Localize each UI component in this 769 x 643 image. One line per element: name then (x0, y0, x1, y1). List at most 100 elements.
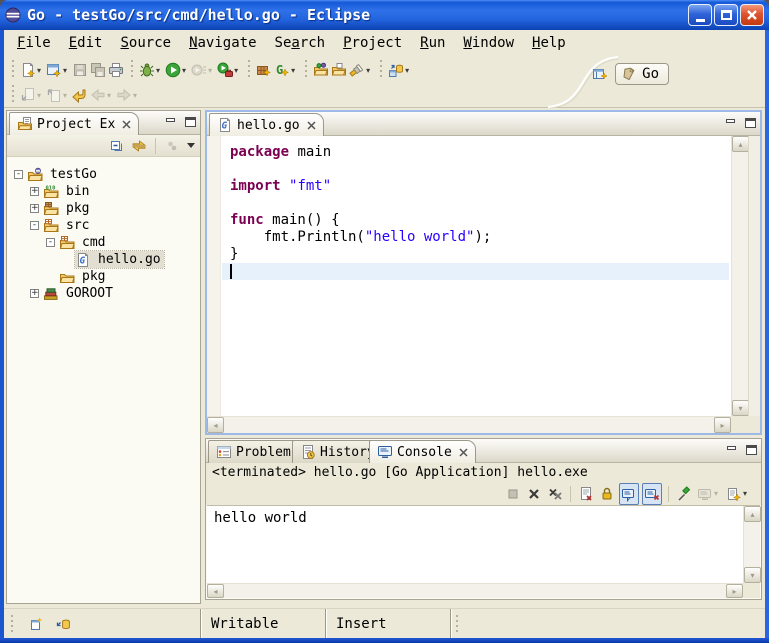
menu-navigate[interactable]: Navigate (180, 32, 265, 54)
maximize-view-button[interactable] (744, 443, 758, 455)
dropdown-arrow-icon[interactable]: ▾ (182, 66, 186, 75)
menu-project[interactable]: Project (334, 32, 411, 54)
clear-console-button[interactable] (577, 484, 595, 504)
tab-console[interactable]: Console (369, 440, 476, 463)
scroll-down-button[interactable]: ▾ (732, 400, 749, 416)
launch-progress-button[interactable] (55, 614, 73, 634)
tree-item-src[interactable]: - src (8, 217, 199, 234)
open-type-button[interactable] (312, 60, 330, 80)
run-history-button[interactable]: ▾ (190, 60, 216, 80)
tree-item-hello-go[interactable]: G hello.go (8, 251, 199, 268)
view-menu-icon[interactable] (187, 143, 195, 148)
menu-search[interactable]: Search (266, 32, 335, 54)
expander-icon[interactable]: - (30, 221, 39, 230)
next-annotation-button[interactable]: ▾ (19, 85, 45, 105)
forward-button[interactable]: ▾ (115, 85, 141, 105)
expander-icon[interactable]: - (46, 238, 55, 247)
external-tools-button[interactable]: ▾ (216, 60, 242, 80)
tree-item-testgo[interactable]: - testGo (8, 166, 199, 183)
menu-run[interactable]: Run (411, 32, 454, 54)
expander-icon[interactable]: + (30, 187, 39, 196)
maximize-button[interactable] (714, 4, 738, 26)
tree-item-bin[interactable]: + 010 bin (8, 183, 199, 200)
new-wizard-button[interactable]: ▾ (19, 60, 45, 80)
save-all-button[interactable] (89, 60, 107, 80)
dropdown-arrow-icon[interactable]: ▾ (405, 66, 409, 75)
save-button[interactable] (71, 60, 89, 80)
new-go-type-button[interactable]: G ▾ (273, 60, 299, 80)
open-perspective-button[interactable] (591, 64, 609, 84)
expander-icon[interactable]: + (30, 204, 39, 213)
menu-help[interactable]: Help (523, 32, 575, 54)
statusbar-drag-handle[interactable] (10, 615, 13, 633)
menu-window[interactable]: Window (454, 32, 523, 54)
minimize-button[interactable] (688, 4, 712, 26)
dropdown-arrow-icon[interactable]: ▾ (37, 66, 41, 75)
close-editor-button[interactable] (307, 121, 316, 130)
tree-item-goroot[interactable]: + GOROOT (8, 285, 199, 302)
minimize-editor-button[interactable] (723, 116, 737, 128)
maximize-view-button[interactable] (183, 115, 197, 127)
dropdown-arrow-icon[interactable]: ▾ (291, 66, 295, 75)
scroll-down-button[interactable]: ▾ (744, 567, 761, 583)
console-output[interactable]: hello world ▴ ▾ ◂ ▸ (207, 505, 760, 598)
show-console-stdout-toggle[interactable] (619, 483, 639, 505)
dropdown-arrow-icon[interactable]: ▾ (366, 66, 370, 75)
open-resource-button[interactable] (330, 60, 348, 80)
dropdown-arrow-icon[interactable]: ▾ (63, 66, 67, 75)
tree-item-pkg-src[interactable]: pkg (8, 268, 199, 285)
open-console-button[interactable]: ▾ (725, 484, 751, 504)
go-perspective-button[interactable]: Go (615, 63, 669, 85)
new-go-element-button[interactable]: ▾ (45, 60, 71, 80)
scroll-left-button[interactable]: ◂ (207, 417, 224, 433)
close-button[interactable] (740, 4, 764, 26)
editor-horizontal-scrollbar[interactable]: ◂ ▸ (207, 416, 731, 433)
scroll-up-button[interactable]: ▴ (744, 506, 761, 522)
overview-ruler[interactable] (748, 136, 760, 416)
tab-project-explorer[interactable]: Project Ex (9, 112, 139, 135)
code-editor[interactable]: package main import "fmt" func main() { … (207, 136, 760, 433)
expander-icon[interactable]: + (30, 289, 39, 298)
scroll-right-button[interactable]: ▸ (714, 417, 731, 433)
show-console-stderr-toggle[interactable] (642, 483, 662, 505)
minimize-view-button[interactable] (163, 115, 177, 127)
expander-icon[interactable]: - (14, 170, 23, 179)
scroll-left-button[interactable]: ◂ (207, 584, 224, 598)
menu-edit[interactable]: Edit (60, 32, 112, 54)
previous-annotation-button[interactable]: ▾ (45, 85, 71, 105)
pin-console-button[interactable] (675, 484, 693, 504)
scroll-right-button[interactable]: ▸ (726, 584, 743, 598)
link-with-editor-button[interactable] (130, 136, 148, 156)
scroll-lock-button[interactable] (598, 484, 616, 504)
focus-on-active-task-button[interactable] (163, 136, 181, 156)
collapse-all-button[interactable] (108, 136, 126, 156)
menu-source[interactable]: Source (111, 32, 180, 54)
scroll-up-button[interactable]: ▴ (732, 136, 749, 152)
minimize-view-button[interactable] (724, 443, 738, 455)
synchronize-button[interactable]: ▾ (387, 60, 413, 80)
run-button[interactable]: ▾ (164, 60, 190, 80)
console-vertical-scrollbar[interactable]: ▴ ▾ (743, 506, 760, 583)
print-button[interactable] (107, 60, 125, 80)
toolbar-drag-handle[interactable] (11, 85, 14, 105)
maximize-editor-button[interactable] (743, 116, 757, 128)
back-button[interactable]: ▾ (89, 85, 115, 105)
tab-hello-go[interactable]: G hello.go (209, 113, 324, 136)
dropdown-arrow-icon[interactable]: ▾ (234, 66, 238, 75)
close-view-button[interactable] (459, 448, 468, 457)
remove-launch-button[interactable] (525, 484, 543, 504)
statusbar-drag-handle[interactable] (455, 615, 458, 633)
new-go-package-button[interactable] (255, 60, 273, 80)
annotation-ruler[interactable] (207, 136, 221, 416)
console-horizontal-scrollbar[interactable]: ◂ ▸ (207, 583, 743, 598)
fast-view-button[interactable] (27, 614, 45, 634)
menu-file[interactable]: File (8, 32, 60, 54)
editor-vertical-scrollbar[interactable]: ▴ ▾ (731, 136, 748, 416)
toolbar-drag-handle[interactable] (11, 60, 14, 80)
search-button[interactable]: ▾ (348, 60, 374, 80)
tree-item-pkg[interactable]: + pkg (8, 200, 199, 217)
dropdown-arrow-icon[interactable]: ▾ (156, 66, 160, 75)
debug-button[interactable]: ▾ (138, 60, 164, 80)
tree-item-cmd[interactable]: - cmd (8, 234, 199, 251)
dropdown-arrow-icon[interactable]: ▾ (743, 489, 747, 498)
